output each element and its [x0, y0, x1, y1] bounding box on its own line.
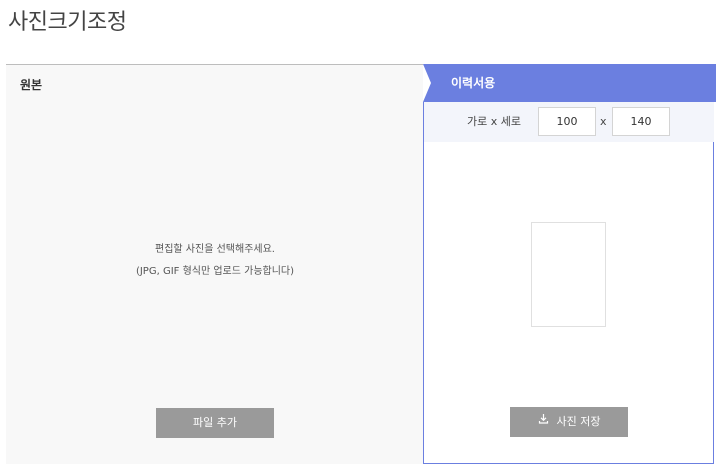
tab-original[interactable]: 원본	[6, 65, 424, 105]
width-input[interactable]	[538, 107, 596, 136]
photo-preview	[531, 222, 606, 327]
save-photo-button[interactable]: 사진 저장	[510, 407, 628, 437]
size-row: 가로 x 세로 x	[424, 102, 714, 142]
times-sign: x	[600, 115, 607, 128]
resume-panel: 이력서용 가로 x 세로 x 사진 저장	[423, 64, 716, 464]
download-icon	[538, 406, 549, 436]
tab-resume[interactable]: 이력서용	[423, 64, 716, 102]
size-label: 가로 x 세로	[467, 115, 521, 128]
page-title: 사진크기조정	[8, 10, 127, 35]
original-panel: 원본 편집할 사진을 선택해주세요. (JPG, GIF 형식만 업로드 가능합…	[6, 64, 424, 464]
save-photo-label: 사진 저장	[556, 415, 601, 428]
height-input[interactable]	[612, 107, 670, 136]
empty-message-line1: 편집할 사진을 선택해주세요.	[155, 244, 275, 255]
empty-message-line2: (JPG, GIF 형식만 업로드 가능합니다)	[135, 266, 295, 277]
add-file-button[interactable]: 파일 추가	[156, 408, 274, 438]
empty-message: 편집할 사진을 선택해주세요. (JPG, GIF 형식만 업로드 가능합니다)	[6, 239, 424, 283]
